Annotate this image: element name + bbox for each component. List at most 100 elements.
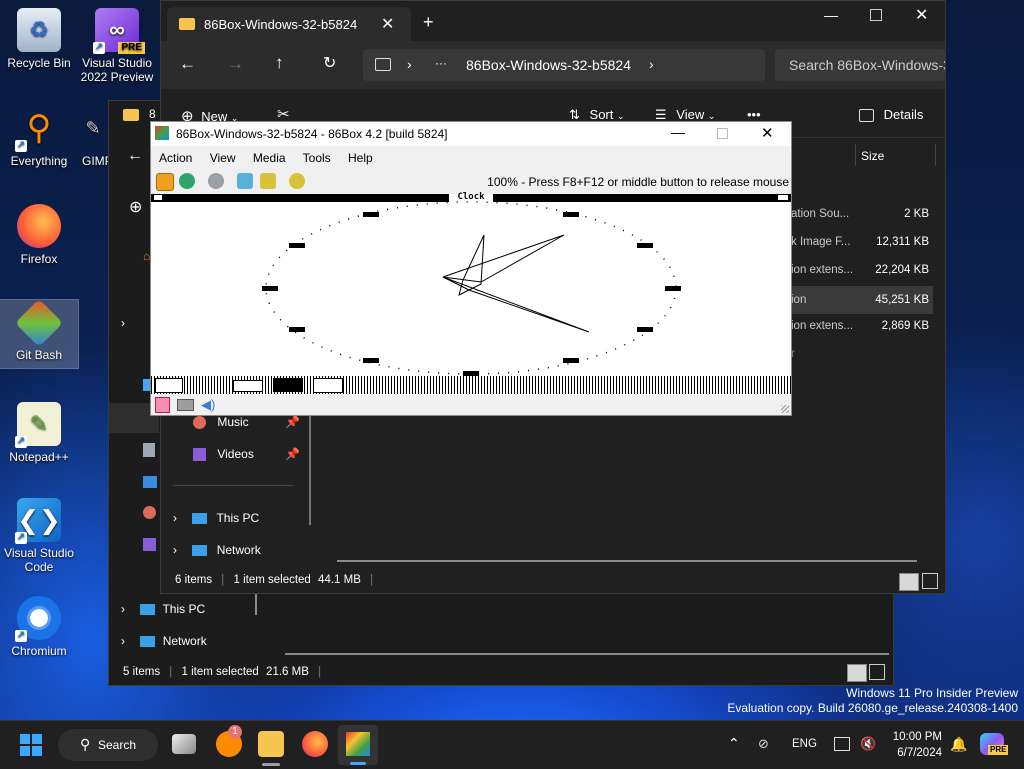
file-explorer-icon[interactable]: [258, 731, 284, 757]
task-view-icon[interactable]: [172, 734, 196, 754]
address-bar[interactable]: › ··· 86Box-Windows-32-b5824 ›: [363, 49, 765, 81]
menu-tools[interactable]: Tools: [303, 151, 331, 165]
desktop-icon-notepadpp[interactable]: ✎ ↗ Notepad++: [0, 402, 78, 464]
guest-app-icon[interactable]: [233, 380, 263, 392]
taskbar-86box-active[interactable]: [338, 725, 378, 765]
close-window-icon[interactable]: ✕: [915, 5, 928, 25]
preview-badge: PRE: [118, 42, 145, 54]
file-row[interactable]: r: [791, 348, 933, 368]
desktop-icon-vscode[interactable]: ❮❯ ↗ Visual Studio Code: [0, 498, 78, 574]
back-arrow-icon[interactable]: ←: [179, 54, 196, 74]
file-row[interactable]: ion extens... 2,869 KB: [791, 320, 933, 348]
desktop-icon-visual-studio[interactable]: ∞ ↗ PRE Visual Studio 2022 Preview: [78, 8, 156, 84]
details-view-icon[interactable]: [899, 573, 919, 591]
minimize-icon[interactable]: —: [671, 124, 685, 140]
mute-icon[interactable]: 🔇: [860, 736, 876, 752]
menu-action[interactable]: Action: [159, 151, 192, 165]
ctrl-alt-esc-icon[interactable]: [260, 173, 276, 189]
file-row-selected[interactable]: ion 45,251 KB: [791, 286, 933, 314]
minimize-icon[interactable]: —: [824, 7, 838, 23]
more-options-button[interactable]: •••: [747, 107, 761, 122]
reset-icon[interactable]: [179, 173, 195, 189]
desktop-icon-gimp[interactable]: ✎ GIMP: [78, 106, 108, 168]
details-view-icon[interactable]: [847, 664, 867, 682]
86box-window[interactable]: 86Box-Windows-32-b5824 - 86Box 4.2 [buil…: [150, 121, 792, 416]
file-size: 2 KB: [904, 208, 929, 220]
guest-folder-icon[interactable]: [313, 378, 343, 393]
add-icon[interactable]: ⊕: [129, 197, 142, 217]
nav-this-pc[interactable]: › This PC: [121, 594, 205, 624]
chevron-up-icon[interactable]: ⌃: [728, 735, 740, 752]
tiles-view-icon[interactable]: [922, 573, 938, 589]
tiles-view-icon[interactable]: [869, 664, 885, 680]
start-button[interactable]: [20, 734, 42, 756]
guest-drive-icon[interactable]: [155, 378, 183, 393]
tab-active[interactable]: 86Box-Windows-32-b5824 ✕: [167, 7, 411, 41]
nav-videos[interactable]: Videos 📌: [193, 439, 300, 469]
desktop-icon-chromium[interactable]: ↗ Chromium: [0, 596, 78, 658]
chevron-down-icon: ⌄: [707, 111, 716, 121]
menu-help[interactable]: Help: [348, 151, 373, 165]
nav-this-pc[interactable]: › This PC: [173, 503, 259, 533]
more-locations-icon[interactable]: ···: [435, 56, 447, 70]
resize-grip[interactable]: [781, 405, 789, 413]
display-icon[interactable]: [834, 737, 850, 751]
firefox-icon[interactable]: [302, 731, 328, 757]
settings-gear-icon[interactable]: [289, 173, 305, 189]
86box-title-bar[interactable]: 86Box-Windows-32-b5824 - 86Box 4.2 [buil…: [151, 122, 791, 146]
selected-size: 44.1 MB: [318, 574, 361, 586]
close-window-icon[interactable]: ✕: [761, 124, 774, 142]
power-icon[interactable]: [208, 173, 224, 189]
copilot-icon[interactable]: PRE: [980, 733, 1009, 755]
up-arrow-icon[interactable]: ↑: [275, 53, 284, 73]
back-arrow-icon[interactable]: ←: [127, 147, 143, 165]
desktop-icon-firefox[interactable]: Firefox: [0, 204, 78, 266]
86box-guest-screen[interactable]: Clock: [151, 192, 791, 394]
new-tab-icon[interactable]: +: [423, 12, 434, 33]
ctrl-alt-del-icon[interactable]: [237, 173, 253, 189]
86box-title: 86Box-Windows-32-b5824 - 86Box 4.2 [buil…: [176, 127, 448, 141]
hard-disk-icon[interactable]: [177, 399, 194, 411]
menu-media[interactable]: Media: [253, 151, 286, 165]
horizontal-scrollbar[interactable]: [337, 560, 917, 562]
item-count: 6 items: [175, 574, 213, 586]
column-header-size[interactable]: Size: [861, 149, 884, 163]
floppy-drive-icon[interactable]: [155, 397, 170, 413]
nav-scrollbar[interactable]: [255, 591, 257, 615]
details-pane-button[interactable]: Details: [859, 107, 923, 123]
guest-dock-bar: [151, 376, 791, 394]
desktop-icon-recycle-bin[interactable]: ♻ Recycle Bin: [0, 8, 78, 70]
file-row[interactable]: ation Sou... 2 KB: [791, 208, 933, 236]
forward-arrow-icon[interactable]: →: [227, 54, 244, 74]
horizontal-scrollbar[interactable]: [285, 653, 889, 655]
file-row[interactable]: k Image F... 12,311 KB: [791, 236, 933, 264]
guest-clock-window[interactable]: [151, 194, 791, 394]
bell-icon[interactable]: 🔔: [950, 736, 967, 753]
refresh-icon[interactable]: ↻: [323, 53, 336, 73]
chevron-right-icon[interactable]: ›: [121, 316, 125, 330]
clock[interactable]: 10:00 PM 6/7/2024: [886, 729, 942, 761]
guest-clock-icon[interactable]: [273, 378, 303, 392]
nav-scrollbar[interactable]: [309, 415, 311, 525]
sound-icon[interactable]: ◀): [201, 397, 215, 413]
language-indicator[interactable]: ENG: [792, 738, 817, 750]
address-breadcrumb[interactable]: 86Box-Windows-32-b5824: [466, 57, 631, 73]
search-input[interactable]: Search 86Box-Windows-32-b5824: [789, 57, 945, 73]
desktop-icon-git-bash[interactable]: Git Bash: [0, 298, 79, 369]
chevron-right-icon: ›: [173, 543, 177, 557]
maximize-icon[interactable]: [717, 128, 728, 139]
menu-view[interactable]: View: [210, 151, 236, 165]
taskbar-search[interactable]: ⚲ Search: [58, 729, 158, 761]
search-box[interactable]: Search 86Box-Windows-32-b5824: [775, 49, 945, 81]
nav-network[interactable]: › Network: [121, 626, 207, 656]
desktop-icon-everything[interactable]: ⚲ ↗ Everything: [0, 106, 78, 168]
nav-network[interactable]: › Network: [173, 535, 261, 565]
network-disconnected-icon[interactable]: ⊘: [758, 736, 769, 752]
firefox-icon: [17, 204, 61, 248]
close-tab-icon[interactable]: ✕: [381, 14, 394, 34]
pause-icon[interactable]: [156, 173, 174, 191]
taskbar-app-icon[interactable]: 1: [216, 725, 242, 757]
maximize-icon[interactable]: [870, 9, 882, 21]
tab-title[interactable]: 8: [149, 107, 156, 121]
86box-app-icon: [155, 126, 169, 140]
